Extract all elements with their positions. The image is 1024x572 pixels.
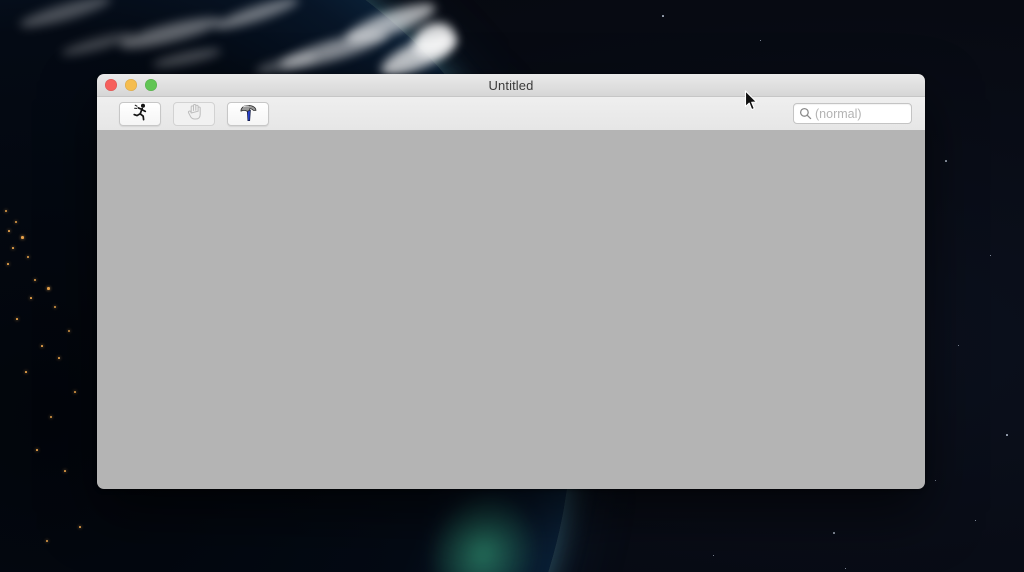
city-light (34, 279, 36, 281)
city-light (30, 297, 32, 299)
title-bar[interactable]: Untitled (97, 74, 925, 97)
city-light (27, 256, 29, 258)
city-light (54, 306, 56, 308)
city-light (50, 416, 52, 418)
star (662, 15, 664, 17)
city-light (16, 318, 18, 320)
city-light (25, 371, 27, 373)
search-field[interactable] (793, 103, 912, 124)
close-button[interactable] (105, 79, 117, 91)
star (713, 555, 714, 556)
city-light (15, 221, 17, 223)
hand-icon (185, 102, 204, 125)
star (845, 568, 846, 569)
traffic-lights (105, 74, 157, 96)
city-light (79, 526, 81, 528)
run-button[interactable] (119, 102, 161, 126)
window-title: Untitled (489, 78, 534, 93)
star (833, 532, 835, 534)
pause-button[interactable] (173, 102, 215, 126)
city-light (46, 540, 48, 542)
city-light (8, 230, 10, 232)
star (945, 160, 947, 162)
city-light (74, 391, 76, 393)
build-button[interactable] (227, 102, 269, 126)
city-light (47, 287, 50, 290)
minimize-button[interactable] (125, 79, 137, 91)
city-light (68, 330, 70, 332)
star (990, 255, 991, 256)
runner-icon (130, 102, 150, 125)
star (760, 40, 761, 41)
city-light (58, 357, 60, 359)
app-window: Untitled (97, 74, 925, 489)
city-light (64, 470, 66, 472)
star (975, 520, 976, 521)
city-light (36, 449, 38, 451)
toolbar (97, 97, 925, 130)
search-icon (799, 107, 812, 120)
city-light (41, 345, 43, 347)
city-light (7, 263, 9, 265)
star (958, 345, 959, 346)
hammer-icon (237, 102, 259, 125)
zoom-button[interactable] (145, 79, 157, 91)
search-input[interactable] (815, 107, 906, 121)
city-light (5, 210, 7, 212)
document-canvas[interactable] (97, 130, 925, 489)
city-light (12, 247, 14, 249)
star (1006, 434, 1008, 436)
star (935, 480, 936, 481)
city-light (21, 236, 24, 239)
